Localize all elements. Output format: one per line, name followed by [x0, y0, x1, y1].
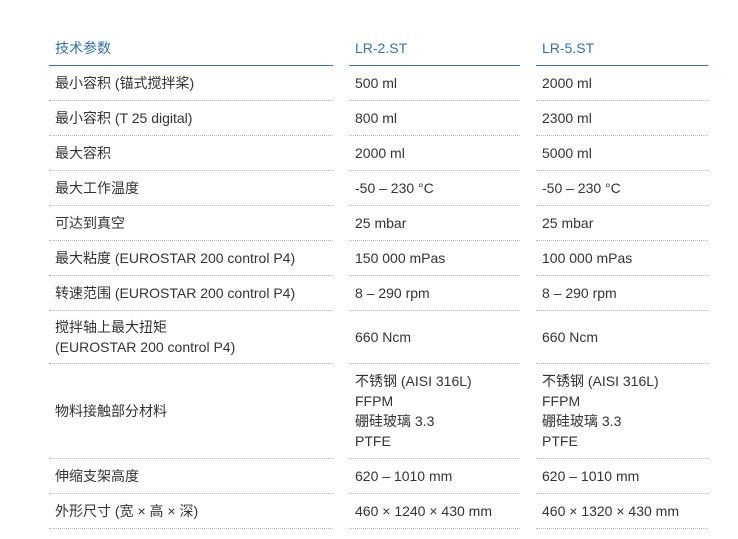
row-value-lr5: 8 – 290 rpm: [536, 276, 708, 311]
material-item: FFPM: [355, 393, 394, 409]
row-value-lr5: 不锈钢 (AISI 316L) FFPM 硼硅玻璃 3.3 PTFE: [536, 364, 708, 459]
row-label: 最小容积 (T 25 digital): [49, 101, 333, 136]
row-value-lr5: 100 000 mPas: [536, 241, 708, 276]
table-header-row: 技术参数 LR-2.ST LR-5.ST: [49, 28, 708, 66]
row-label: 搅拌轴上最大扭矩 (EUROSTAR 200 control P4): [49, 311, 333, 364]
row-value-lr2: -50 – 230 °C: [349, 171, 520, 206]
table-row: 最大容积 2000 ml 5000 ml: [49, 136, 708, 171]
row-value-lr5: 2300 ml: [536, 101, 708, 136]
header-spec-label: 技术参数: [49, 28, 333, 66]
row-value-lr2: 500 ml: [349, 66, 520, 101]
row-value-lr2: 660 Ncm: [349, 311, 520, 364]
row-value-lr5: 460 × 1320 × 430 mm: [536, 494, 708, 529]
row-value-lr2: 不锈钢 (AISI 316L) FFPM 硼硅玻璃 3.3 PTFE: [349, 364, 520, 459]
row-label: 物料接触部分材料: [49, 364, 333, 459]
row-value-lr5: 2000 ml: [536, 66, 708, 101]
row-value-lr2: 150 000 mPas: [349, 241, 520, 276]
row-value-lr5: -50 – 230 °C: [536, 171, 708, 206]
row-label: 伸缩支架高度: [49, 459, 333, 494]
material-item: PTFE: [355, 433, 391, 449]
row-value-lr5: 25 mbar: [536, 206, 708, 241]
material-item: 不锈钢 (AISI 316L): [355, 373, 472, 389]
material-item: PTFE: [542, 433, 578, 449]
header-model-lr2: LR-2.ST: [349, 28, 520, 66]
row-label: 转速范围 (EUROSTAR 200 control P4): [49, 276, 333, 311]
row-label: 外形尺寸 (宽 × 高 × 深): [49, 494, 333, 529]
row-value-lr2: 8 – 290 rpm: [349, 276, 520, 311]
row-value-lr2: 25 mbar: [349, 206, 520, 241]
spec-table: 技术参数 LR-2.ST LR-5.ST 最小容积 (锚式搅拌桨) 500 ml…: [49, 28, 708, 529]
table-row: 伸缩支架高度 620 – 1010 mm 620 – 1010 mm: [49, 459, 708, 494]
row-value-lr2: 620 – 1010 mm: [349, 459, 520, 494]
table-row: 最大粘度 (EUROSTAR 200 control P4) 150 000 m…: [49, 241, 708, 276]
material-item: 硼硅玻璃 3.3: [355, 413, 435, 429]
table-row: 可达到真空 25 mbar 25 mbar: [49, 206, 708, 241]
row-value-lr2: 460 × 1240 × 430 mm: [349, 494, 520, 529]
header-model-lr5: LR-5.ST: [536, 28, 708, 66]
row-label-line: 搅拌轴上最大扭矩: [55, 319, 167, 335]
row-value-lr5: 5000 ml: [536, 136, 708, 171]
row-label: 最大粘度 (EUROSTAR 200 control P4): [49, 241, 333, 276]
row-label: 最大工作温度: [49, 171, 333, 206]
row-value-lr2: 2000 ml: [349, 136, 520, 171]
table-row: 最小容积 (锚式搅拌桨) 500 ml 2000 ml: [49, 66, 708, 101]
table-row: 搅拌轴上最大扭矩 (EUROSTAR 200 control P4) 660 N…: [49, 311, 708, 364]
material-item: 不锈钢 (AISI 316L): [542, 373, 659, 389]
row-label: 最小容积 (锚式搅拌桨): [49, 66, 333, 101]
row-label-line: (EUROSTAR 200 control P4): [55, 339, 236, 355]
row-value-lr5: 620 – 1010 mm: [536, 459, 708, 494]
table-row: 最大工作温度 -50 – 230 °C -50 – 230 °C: [49, 171, 708, 206]
table-row: 最小容积 (T 25 digital) 800 ml 2300 ml: [49, 101, 708, 136]
row-label: 最大容积: [49, 136, 333, 171]
table-row: 转速范围 (EUROSTAR 200 control P4) 8 – 290 r…: [49, 276, 708, 311]
row-value-lr5: 660 Ncm: [536, 311, 708, 364]
table-row: 外形尺寸 (宽 × 高 × 深) 460 × 1240 × 430 mm 460…: [49, 494, 708, 529]
row-value-lr2: 800 ml: [349, 101, 520, 136]
table-row: 物料接触部分材料 不锈钢 (AISI 316L) FFPM 硼硅玻璃 3.3 P…: [49, 364, 708, 459]
material-item: FFPM: [542, 393, 581, 409]
material-item: 硼硅玻璃 3.3: [542, 413, 622, 429]
row-label: 可达到真空: [49, 206, 333, 241]
